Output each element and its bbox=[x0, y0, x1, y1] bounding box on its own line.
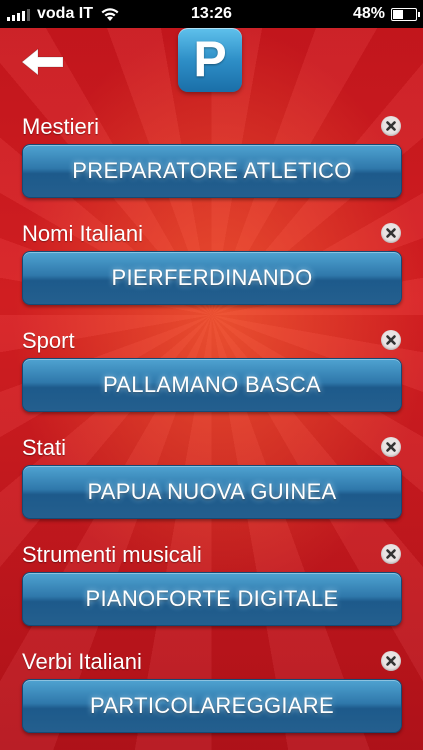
category-label: Stati bbox=[22, 435, 67, 460]
category-row: Strumenti musicali PIANOFORTE DIGITALE bbox=[0, 542, 423, 642]
answer-button[interactable]: PIANOFORTE DIGITALE bbox=[22, 572, 402, 626]
clear-icon[interactable] bbox=[381, 437, 401, 457]
category-label: Mestieri bbox=[22, 114, 100, 139]
clear-icon[interactable] bbox=[381, 330, 401, 350]
close-x-icon bbox=[386, 656, 396, 666]
answer-button[interactable]: PALLAMANO BASCA bbox=[22, 358, 402, 412]
clear-icon[interactable] bbox=[381, 651, 401, 671]
answer-button[interactable]: PIERFERDINANDO bbox=[22, 251, 402, 305]
battery-icon bbox=[391, 7, 420, 21]
current-letter-tile: P bbox=[178, 28, 242, 92]
close-x-icon bbox=[386, 228, 396, 238]
clear-icon[interactable] bbox=[381, 544, 401, 564]
category-row: Sport PALLAMANO BASCA bbox=[0, 328, 423, 428]
status-right: 48% bbox=[352, 5, 420, 23]
category-row: Nomi Italiani PIERFERDINANDO bbox=[0, 221, 423, 321]
answer-button[interactable]: PREPARATORE ATLETICO bbox=[22, 144, 402, 198]
clear-icon[interactable] bbox=[381, 116, 401, 136]
back-arrow-icon[interactable] bbox=[20, 46, 66, 78]
close-x-icon bbox=[386, 442, 396, 452]
close-x-icon bbox=[386, 549, 396, 559]
status-bar: voda IT 13:26 48% bbox=[0, 0, 423, 28]
category-row: Mestieri PREPARATORE ATLETICO bbox=[0, 114, 423, 214]
answer-button[interactable]: PARTICOLAREGGIARE bbox=[22, 679, 402, 733]
close-x-icon bbox=[386, 335, 396, 345]
close-x-icon bbox=[386, 121, 396, 131]
battery-percent: 48% bbox=[352, 5, 385, 22]
category-label: Sport bbox=[22, 328, 75, 353]
category-label: Strumenti musicali bbox=[22, 542, 202, 567]
clear-icon[interactable] bbox=[381, 223, 401, 243]
battery-fill bbox=[393, 9, 404, 19]
category-row: Stati PAPUA NUOVA GUINEA bbox=[0, 435, 423, 535]
category-label: Nomi Italiani bbox=[22, 221, 144, 246]
answer-button[interactable]: PAPUA NUOVA GUINEA bbox=[22, 465, 402, 519]
category-row: Verbi Italiani PARTICOLAREGGIARE bbox=[0, 649, 423, 749]
category-label: Verbi Italiani bbox=[22, 649, 142, 674]
game-screen: voda IT 13:26 48% P Mestieri PREPARATORE … bbox=[0, 0, 423, 750]
